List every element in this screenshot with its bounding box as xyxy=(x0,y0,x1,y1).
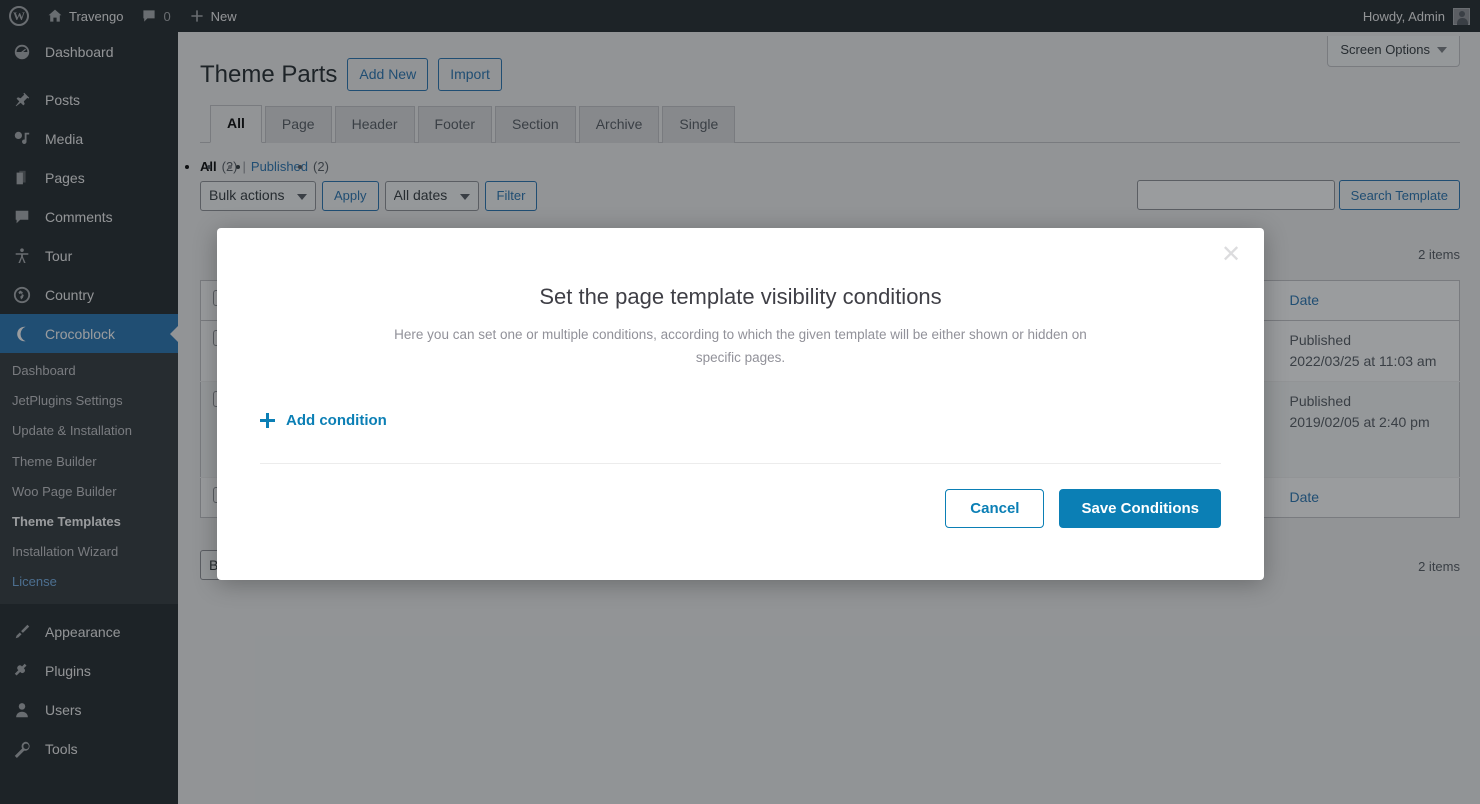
modal-title: Set the page template visibility conditi… xyxy=(539,284,942,309)
save-conditions-button[interactable]: Save Conditions xyxy=(1059,489,1221,529)
visibility-conditions-modal: ✕ Set the page template visibility condi… xyxy=(217,228,1264,580)
close-icon[interactable]: ✕ xyxy=(1218,242,1244,268)
modal-body: Add condition xyxy=(217,370,1264,465)
plus-icon xyxy=(260,413,275,429)
modal-description: Here you can set one or multiple conditi… xyxy=(394,326,1087,366)
add-condition-label: Add condition xyxy=(286,412,387,430)
add-condition-button[interactable]: Add condition xyxy=(260,412,387,429)
modal-actions: Cancel Save Conditions xyxy=(217,464,1264,529)
cancel-button[interactable]: Cancel xyxy=(945,489,1045,529)
